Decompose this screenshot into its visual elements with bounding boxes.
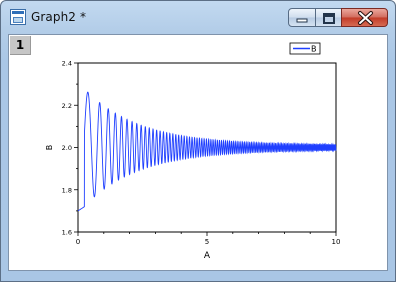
x-tick-labels: 0 5 10 xyxy=(76,238,341,246)
y-tick-labels: 1.6 1.8 2.0 2.2 2.4 xyxy=(62,60,72,237)
title-bar[interactable]: Graph2 * xyxy=(1,1,395,33)
y-tick-label: 2.4 xyxy=(62,60,72,68)
y-tick-label: 1.6 xyxy=(62,229,72,237)
close-icon xyxy=(358,11,373,25)
minimize-button[interactable] xyxy=(288,8,316,27)
legend[interactable]: B xyxy=(289,42,321,55)
y-tick-label: 2.2 xyxy=(62,102,72,110)
legend-label-b: B xyxy=(311,45,317,54)
x-axis-label: A xyxy=(204,251,211,261)
x-tick-label: 10 xyxy=(332,238,341,246)
layer-tab[interactable]: 1 xyxy=(10,36,31,55)
series-line-b[interactable] xyxy=(77,91,337,212)
y-tick-label: 2.0 xyxy=(62,144,72,152)
graph-page[interactable]: 1 0 5 10 1.6 1.8 2.0 2.2 2.4 A B B xyxy=(8,34,388,271)
x-tick-label: 0 xyxy=(76,238,80,246)
x-tick-label: 5 xyxy=(205,238,209,246)
graph-window: Graph2 * 1 0 5 10 1.6 1.8 2.0 2.2 2.4 A … xyxy=(0,0,396,282)
close-button[interactable] xyxy=(341,8,388,27)
y-tick-label: 1.8 xyxy=(62,186,72,194)
origin-graph-icon[interactable] xyxy=(10,9,26,25)
maximize-button[interactable] xyxy=(315,8,342,27)
window-title: Graph2 * xyxy=(31,10,87,24)
minimize-icon xyxy=(296,18,308,23)
y-axis-label: B xyxy=(45,145,54,151)
line-plot[interactable]: 0 5 10 1.6 1.8 2.0 2.2 2.4 A B B xyxy=(9,35,387,270)
maximize-icon xyxy=(323,13,335,24)
